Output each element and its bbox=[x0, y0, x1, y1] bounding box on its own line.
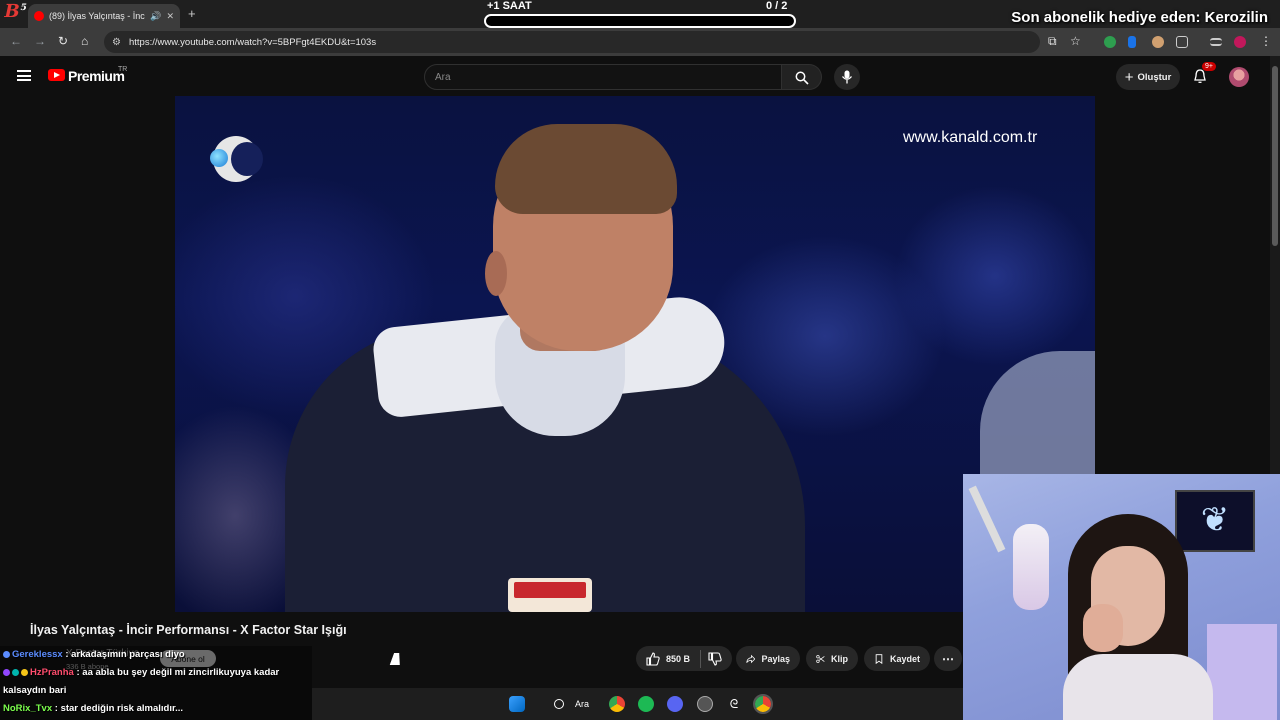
timer-progress-bar bbox=[484, 14, 796, 28]
search-input[interactable]: Ara bbox=[424, 64, 782, 90]
reload-icon[interactable]: ↻ bbox=[58, 34, 68, 48]
speaker-icon[interactable]: 🔊 bbox=[150, 11, 161, 22]
share-icon bbox=[746, 654, 756, 663]
chat-message: NoRix_Tvx : star dediğin risk almalıdır.… bbox=[3, 703, 184, 714]
menu-hamburger-icon[interactable] bbox=[17, 70, 31, 81]
chat-text: star dediğin risk almalıdır... bbox=[60, 703, 184, 714]
share-label: Paylaş bbox=[761, 653, 790, 664]
streamer-hand bbox=[1083, 604, 1123, 652]
obs-icon[interactable] bbox=[697, 696, 713, 712]
scissors-icon bbox=[816, 654, 825, 663]
spotify-icon[interactable] bbox=[638, 696, 654, 712]
extensions-puzzle-icon[interactable] bbox=[1176, 36, 1188, 48]
youtube-brand[interactable]: Premium bbox=[68, 68, 125, 84]
chrome-icon[interactable] bbox=[609, 696, 625, 712]
avatar[interactable] bbox=[1229, 67, 1249, 87]
extension-icon-1[interactable] bbox=[1104, 36, 1116, 48]
youtube-logo-icon[interactable] bbox=[48, 69, 65, 81]
clip-label: Klip bbox=[831, 653, 848, 664]
chat-badge-icon bbox=[3, 668, 10, 676]
kanal-d-logo-icon bbox=[210, 136, 263, 182]
streamer-body bbox=[1063, 654, 1213, 720]
video-person-ear bbox=[485, 251, 507, 296]
thumbs-up-icon bbox=[646, 651, 660, 666]
forward-icon[interactable]: → bbox=[34, 34, 46, 48]
extension-icon-2[interactable] bbox=[1128, 36, 1136, 48]
clip-button[interactable]: Klip bbox=[806, 646, 858, 671]
video-watermark: www.kanald.com.tr bbox=[903, 129, 1038, 146]
webcam-overlay: ❦ bbox=[963, 474, 1280, 720]
save-button[interactable]: Kaydet bbox=[864, 646, 930, 671]
mic-arm bbox=[968, 485, 1006, 553]
video-player[interactable]: www.kanald.com.tr bbox=[175, 96, 1095, 612]
mouse-cursor-icon bbox=[389, 653, 405, 665]
browser-tab[interactable]: (89) İlyas Yalçıntaş - İncir Pe 🔊 ✕ bbox=[28, 4, 180, 28]
reading-list-icon[interactable] bbox=[1210, 38, 1222, 46]
taskbar-search-label[interactable]: Ara bbox=[575, 699, 589, 709]
video-person-hair bbox=[495, 124, 677, 214]
youtube-header: Premium TR Ara + Oluştur 9+ bbox=[0, 56, 1270, 96]
timer-label: +1 SAAT bbox=[487, 0, 532, 12]
chat-badge-icon bbox=[21, 668, 28, 676]
address-bar[interactable]: ⚙ https://www.youtube.com/watch?v=5BPFgt… bbox=[104, 31, 1040, 53]
voice-search-button[interactable] bbox=[834, 64, 860, 90]
install-icon[interactable]: ⧉ bbox=[1048, 34, 1057, 49]
menu-dots-icon[interactable]: ⋮ bbox=[1260, 34, 1272, 48]
save-label: Kaydet bbox=[889, 653, 920, 664]
like-count: 850 B bbox=[666, 653, 691, 664]
last-gift-sub-banner: Son abonelik hediye eden: Kerozilin bbox=[1011, 9, 1268, 26]
microphone-icon bbox=[841, 70, 853, 84]
back-icon[interactable]: ← bbox=[10, 34, 22, 48]
profile-icon[interactable] bbox=[1234, 36, 1246, 48]
home-icon[interactable]: ⌂ bbox=[81, 34, 88, 48]
webcam-shelf bbox=[1207, 624, 1277, 720]
plus-icon: + bbox=[1124, 68, 1134, 86]
video-desk-card bbox=[508, 578, 592, 612]
region-code: TR bbox=[118, 66, 128, 73]
discord-icon[interactable] bbox=[667, 696, 683, 712]
search-icon[interactable] bbox=[554, 699, 564, 709]
app-icon[interactable]: ᘓ bbox=[726, 696, 742, 712]
tab-title: (89) İlyas Yalçıntaş - İncir Pe bbox=[49, 11, 145, 21]
search-icon bbox=[795, 71, 809, 85]
chat-message: Gereklessx : arkadaşımın parçası diyo bbox=[0, 646, 312, 664]
notifications-bell-icon[interactable] bbox=[1193, 69, 1207, 84]
share-button[interactable]: Paylaş bbox=[736, 646, 800, 671]
chat-username: Gereklessx bbox=[12, 649, 63, 660]
video-title: İlyas Yalçıntaş - İncir Performansı - X … bbox=[30, 623, 347, 637]
youtube-favicon-icon bbox=[34, 11, 44, 21]
windows-taskbar: Ara ᘓ bbox=[312, 688, 963, 720]
chat-text: arkadaşımın parçası diyo bbox=[71, 649, 185, 660]
bookmark-icon bbox=[875, 653, 883, 664]
close-tab-icon[interactable]: ✕ bbox=[166, 11, 174, 22]
new-tab-icon[interactable]: + bbox=[188, 6, 196, 21]
url-text: https://www.youtube.com/watch?v=5BPFgt4E… bbox=[128, 36, 377, 48]
create-button[interactable]: + Oluştur bbox=[1116, 64, 1180, 90]
chat-badge-icon bbox=[3, 650, 10, 658]
dislike-button[interactable] bbox=[700, 646, 730, 671]
site-info-icon[interactable]: ⚙ bbox=[112, 37, 121, 48]
more-dots-icon: ⋯ bbox=[942, 651, 954, 666]
create-label: Oluştur bbox=[1137, 71, 1172, 83]
timer-count: 0 / 2 bbox=[766, 0, 788, 12]
chrome-active-icon[interactable] bbox=[753, 694, 773, 714]
butterfly-icon: ❦ bbox=[1200, 501, 1230, 539]
stream-chat-overlay: Gereklessx : arkadaşımın parçası diyo Hz… bbox=[0, 646, 312, 720]
extension-icon-3[interactable] bbox=[1152, 36, 1164, 48]
notification-badge: 9+ bbox=[1202, 62, 1216, 71]
chat-username: HzPranha bbox=[30, 667, 74, 678]
windows-start-icon[interactable] bbox=[509, 696, 525, 712]
chat-username: NoRix_Tvx bbox=[3, 703, 53, 714]
more-actions-button[interactable]: ⋯ bbox=[934, 646, 962, 671]
chat-badge-icon bbox=[12, 668, 19, 676]
thumbs-down-icon bbox=[708, 651, 722, 666]
search-button[interactable] bbox=[782, 64, 822, 90]
chat-message: HzPranha : aa abla bu şey değil mi zinci… bbox=[3, 667, 280, 696]
scroll-thumb[interactable] bbox=[1272, 66, 1278, 246]
studio-microphone-icon bbox=[1013, 524, 1049, 610]
browser-toolbar: ← → ↻ ⌂ ⚙ https://www.youtube.com/watch?… bbox=[0, 28, 1280, 56]
bookmark-star-icon[interactable]: ☆ bbox=[1070, 34, 1081, 48]
